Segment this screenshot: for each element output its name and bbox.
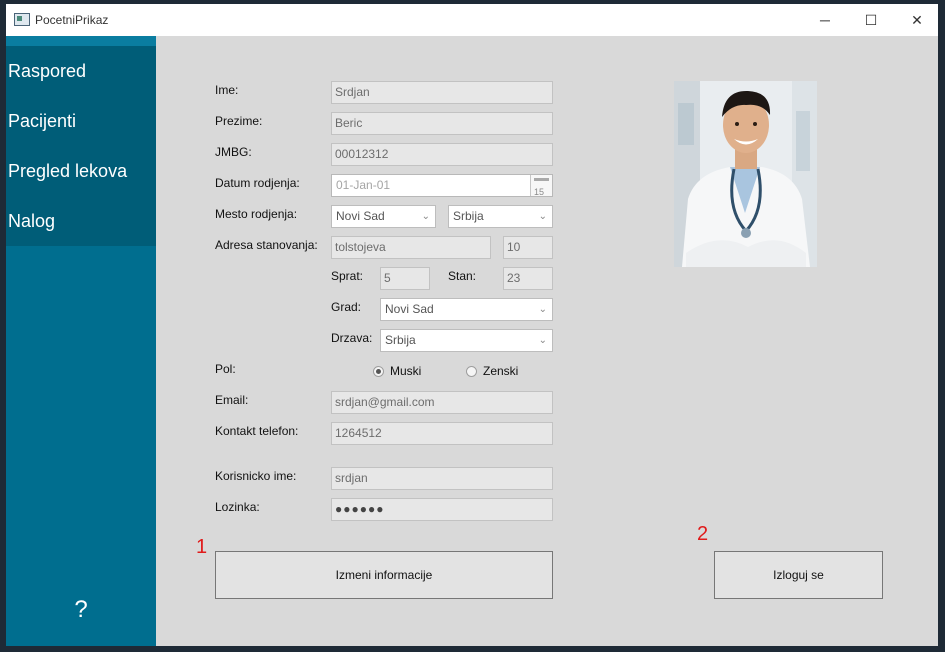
mesto-rodjenja-country-value: Srbija	[453, 209, 484, 223]
chevron-down-icon: ⌄	[538, 304, 547, 315]
datum-rodjenja-picker[interactable]: 01-Jan-01 15	[331, 174, 553, 197]
label-drzava: Drzava:	[331, 331, 373, 345]
chevron-down-icon: ⌄	[421, 211, 430, 222]
close-icon[interactable]: ✕	[894, 4, 940, 36]
datum-rodjenja-value: 01-Jan-01	[336, 178, 391, 192]
mesto-rodjenja-city-value: Novi Sad	[336, 209, 385, 223]
adresa-street-field[interactable]: tolstojeva	[331, 236, 491, 259]
chevron-down-icon: ⌄	[538, 211, 547, 222]
label-adresa-stanovanja: Adresa stanovanja:	[215, 238, 318, 252]
doctor-avatar-icon	[674, 81, 817, 267]
help-button[interactable]: ?	[6, 596, 156, 624]
grad-value: Novi Sad	[385, 302, 434, 316]
label-pol: Pol:	[215, 362, 236, 376]
label-stan: Stan:	[448, 269, 477, 283]
label-datum-rodjenja: Datum rodjenja:	[215, 176, 300, 190]
annotation-marker-1: 1	[196, 536, 208, 558]
pol-muski-label[interactable]: Muski	[390, 364, 421, 378]
app-window: PocetniPrikaz ─ ☐ ✕ Raspored Pacijenti P…	[6, 4, 938, 646]
stan-field[interactable]: 23	[503, 267, 553, 290]
drzava-dropdown[interactable]: Srbija ⌄	[380, 329, 553, 352]
logout-button[interactable]: Izloguj se	[714, 551, 883, 599]
label-ime: Ime:	[215, 83, 239, 97]
mesto-rodjenja-city-dropdown[interactable]: Novi Sad ⌄	[331, 205, 436, 228]
grad-dropdown[interactable]: Novi Sad ⌄	[380, 298, 553, 321]
chevron-down-icon: ⌄	[538, 335, 547, 346]
sidebar: Raspored Pacijenti Pregled lekova Nalog …	[6, 36, 156, 646]
maximize-icon[interactable]: ☐	[848, 4, 894, 36]
prezime-field[interactable]: Beric	[331, 112, 553, 135]
minimize-icon[interactable]: ─	[802, 4, 848, 36]
pol-zenski-label[interactable]: Zenski	[483, 364, 518, 378]
sidebar-top-stripe	[6, 36, 156, 46]
kontakt-telefon-field[interactable]: 1264512	[331, 422, 553, 445]
mesto-rodjenja-country-dropdown[interactable]: Srbija ⌄	[448, 205, 553, 228]
calendar-icon-day: 15	[534, 187, 545, 197]
label-prezime: Prezime:	[215, 114, 263, 128]
jmbg-field[interactable]: 00012312	[331, 143, 553, 166]
label-kontakt-telefon: Kontakt telefon:	[215, 424, 299, 438]
pol-muski-radio[interactable]	[373, 366, 384, 377]
email-field[interactable]: srdjan@gmail.com	[331, 391, 553, 414]
label-mesto-rodjenja: Mesto rodjenja:	[215, 207, 298, 221]
app-icon	[14, 13, 30, 26]
label-korisnicko-ime: Korisnicko ime:	[215, 469, 297, 483]
sidebar-item-pacijenti[interactable]: Pacijenti	[6, 96, 156, 146]
sidebar-item-raspored[interactable]: Raspored	[6, 46, 156, 96]
korisnicko-ime-field[interactable]: srdjan	[331, 467, 553, 490]
pol-zenski-radio[interactable]	[466, 366, 477, 377]
label-email: Email:	[215, 393, 249, 407]
label-jmbg: JMBG:	[215, 145, 252, 159]
lozinka-field[interactable]: ●●●●●●	[331, 498, 553, 521]
drzava-value: Srbija	[385, 333, 416, 347]
ime-field[interactable]: Srdjan	[331, 81, 553, 104]
edit-info-button[interactable]: Izmeni informacije	[215, 551, 553, 599]
profile-photo	[674, 81, 817, 267]
window-title: PocetniPrikaz	[35, 13, 109, 27]
profile-content: Ime: Srdjan Prezime: Beric JMBG: 0001231…	[156, 36, 938, 646]
title-bar: PocetniPrikaz ─ ☐ ✕	[6, 4, 938, 36]
calendar-icon[interactable]: 15	[530, 175, 552, 197]
label-grad: Grad:	[331, 300, 362, 314]
label-sprat: Sprat:	[331, 269, 364, 283]
label-lozinka: Lozinka:	[215, 500, 260, 514]
annotation-marker-2: 2	[697, 523, 709, 545]
sidebar-nav: Raspored Pacijenti Pregled lekova Nalog	[6, 46, 156, 246]
sidebar-item-pregled-lekova[interactable]: Pregled lekova	[6, 146, 156, 196]
calendar-icon-header	[534, 178, 549, 181]
adresa-number-field[interactable]: 10	[503, 236, 553, 259]
sprat-field[interactable]: 5	[380, 267, 430, 290]
sidebar-item-nalog[interactable]: Nalog	[6, 196, 156, 246]
